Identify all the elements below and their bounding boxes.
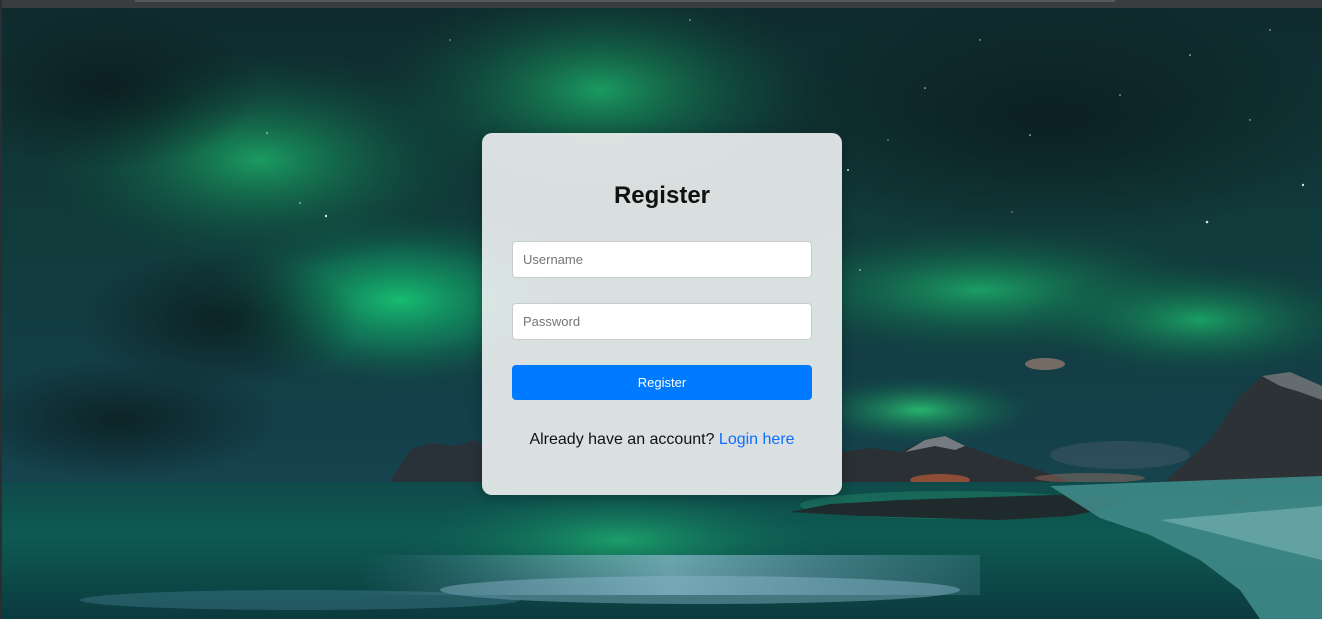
register-button[interactable]: Register [512,365,812,400]
login-prompt-text: Already have an account? [529,431,715,448]
window-left-edge [0,0,2,619]
username-input[interactable] [512,241,812,278]
browser-top-strip [0,0,1322,8]
register-title: Register [613,182,711,209]
page: Register Register Already have an accoun… [0,0,1322,619]
login-prompt-line: Already have an account? Login here [482,430,842,450]
password-input[interactable] [512,303,812,340]
browser-top-strip-inner [135,0,1115,2]
login-link[interactable]: Login here [719,431,795,448]
register-card: Register Register Already have an accoun… [482,133,842,495]
